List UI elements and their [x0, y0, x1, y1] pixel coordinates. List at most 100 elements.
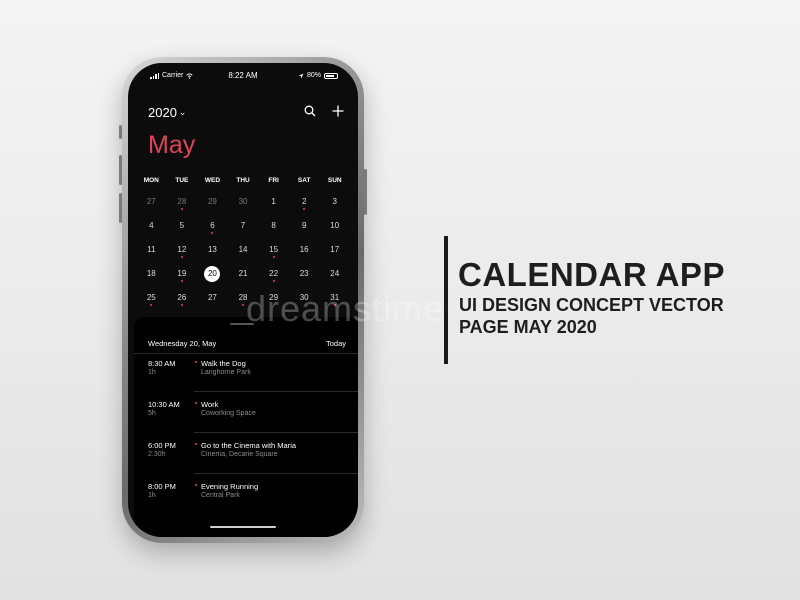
promo-title: CALENDAR APP — [458, 256, 725, 293]
day-cell[interactable]: 10 — [319, 217, 350, 241]
day-number: 1 — [271, 197, 276, 206]
day-cell[interactable]: 17 — [319, 241, 350, 265]
day-number: 22 — [269, 269, 279, 278]
event-location: Langhorne Park — [201, 369, 251, 376]
day-number: 28 — [177, 197, 187, 206]
day-cell[interactable]: 26 — [167, 289, 198, 313]
chevron-down-icon: ⌄ — [178, 107, 187, 117]
day-cell[interactable]: 22 — [258, 265, 289, 289]
day-cell[interactable]: 28 — [167, 193, 198, 217]
location-arrow-icon — [298, 73, 304, 78]
day-number: 29 — [207, 197, 217, 206]
event-dot — [195, 484, 197, 486]
day-cell[interactable]: 4 — [136, 217, 167, 241]
event-dot — [195, 443, 197, 445]
weekday-label: SUN — [327, 177, 342, 184]
event-dot — [195, 361, 197, 363]
event-divider — [194, 391, 358, 392]
day-cell[interactable]: 23 — [289, 265, 320, 289]
event-title: Evening Running — [201, 482, 259, 491]
battery-percent: 80% — [306, 72, 321, 79]
plus-icon[interactable] — [332, 105, 344, 117]
event-duration: 1h — [148, 369, 156, 376]
day-number: 14 — [238, 245, 248, 254]
day-cell-today[interactable]: 20 — [197, 265, 228, 289]
agenda-date-label: Wednesday 20, May — [148, 339, 217, 348]
day-cell[interactable]: 19 — [167, 265, 198, 289]
day-number: 25 — [146, 293, 156, 302]
event-item[interactable]: 10:30 AM 5h Work Coworking Space — [148, 400, 346, 436]
weekday-label: TUE — [175, 177, 189, 184]
week-row: 4 5 6 7 8 9 10 — [136, 217, 350, 241]
event-title: Work — [201, 400, 219, 409]
weekday-label: FRI — [268, 177, 279, 184]
day-cell[interactable]: 12 — [167, 241, 198, 265]
event-location: Coworking Space — [201, 410, 256, 417]
event-dot — [195, 402, 197, 404]
battery-icon — [324, 72, 338, 79]
day-cell[interactable]: 21 — [228, 265, 259, 289]
day-number: 11 — [147, 245, 156, 254]
event-indicator-dot — [242, 304, 245, 306]
day-cell[interactable]: 8 — [258, 217, 289, 241]
event-indicator-dot — [180, 304, 183, 306]
day-number: 15 — [269, 245, 279, 254]
day-cell[interactable]: 27 — [136, 193, 167, 217]
day-number: 26 — [177, 293, 187, 302]
day-cell[interactable]: 7 — [228, 217, 259, 241]
day-cell[interactable]: 6 — [197, 217, 228, 241]
day-number: 24 — [330, 269, 340, 278]
agenda-header: Wednesday 20, May Today — [148, 339, 346, 348]
day-number: 6 — [210, 221, 215, 230]
event-indicator-dot — [272, 280, 275, 282]
week-row: 11 12 13 14 15 16 17 — [136, 241, 350, 265]
day-cell[interactable]: 3 — [319, 193, 350, 217]
event-time: 8:00 PM — [148, 482, 176, 491]
day-number: 3 — [332, 197, 337, 206]
promo-subtitle-2: PAGE MAY 2020 — [459, 317, 597, 337]
day-cell[interactable]: 29 — [197, 193, 228, 217]
status-bar: Carrier 8:22 AM 80% — [128, 69, 358, 85]
year-label: 2020 — [148, 105, 177, 120]
day-cell[interactable]: 25 — [136, 289, 167, 313]
day-cell[interactable]: 14 — [228, 241, 259, 265]
day-cell[interactable]: 16 — [289, 241, 320, 265]
search-icon[interactable] — [304, 105, 316, 117]
day-number: 19 — [177, 269, 187, 278]
day-cell[interactable]: 30 — [228, 193, 259, 217]
event-indicator-dot — [211, 232, 214, 234]
event-divider — [194, 473, 358, 474]
mute-switch — [119, 125, 122, 139]
day-cell[interactable]: 9 — [289, 217, 320, 241]
event-indicator-dot — [303, 208, 306, 210]
day-number: 18 — [146, 269, 156, 278]
agenda-sheet: Wednesday 20, May Today 8:30 AM 1h Walk … — [134, 317, 358, 537]
day-cell[interactable]: 18 — [136, 265, 167, 289]
event-duration: 5h — [148, 410, 156, 417]
home-indicator[interactable] — [210, 526, 276, 528]
event-item[interactable]: 8:00 PM 1h Evening Running Central Park — [148, 482, 346, 518]
event-duration: 2.30h — [148, 451, 166, 458]
day-number: 20 — [204, 266, 221, 282]
event-indicator-dot — [150, 304, 153, 306]
event-item[interactable]: 8:30 AM 1h Walk the Dog Langhorne Park — [148, 359, 346, 395]
day-number: 12 — [177, 245, 187, 254]
event-location: Central Park — [201, 492, 240, 499]
day-cell[interactable]: 15 — [258, 241, 289, 265]
day-cell[interactable]: 24 — [319, 265, 350, 289]
day-number: 21 — [238, 269, 248, 278]
day-number: 4 — [149, 221, 154, 230]
day-cell[interactable]: 5 — [167, 217, 198, 241]
day-number: 7 — [240, 221, 246, 230]
day-cell[interactable]: 2 — [289, 193, 320, 217]
event-indicator-dot — [180, 208, 183, 210]
day-number: 8 — [271, 221, 276, 230]
day-cell[interactable]: 11 — [136, 241, 167, 265]
day-cell[interactable]: 27 — [197, 289, 228, 313]
today-button[interactable]: Today — [326, 339, 346, 348]
day-cell[interactable]: 1 — [258, 193, 289, 217]
calendar-header: 2020 ⌄ — [148, 105, 344, 125]
event-item[interactable]: 6:00 PM 2.30h Go to the Cinema with Mari… — [148, 441, 346, 477]
day-cell[interactable]: 13 — [197, 241, 228, 265]
power-button — [364, 169, 367, 215]
